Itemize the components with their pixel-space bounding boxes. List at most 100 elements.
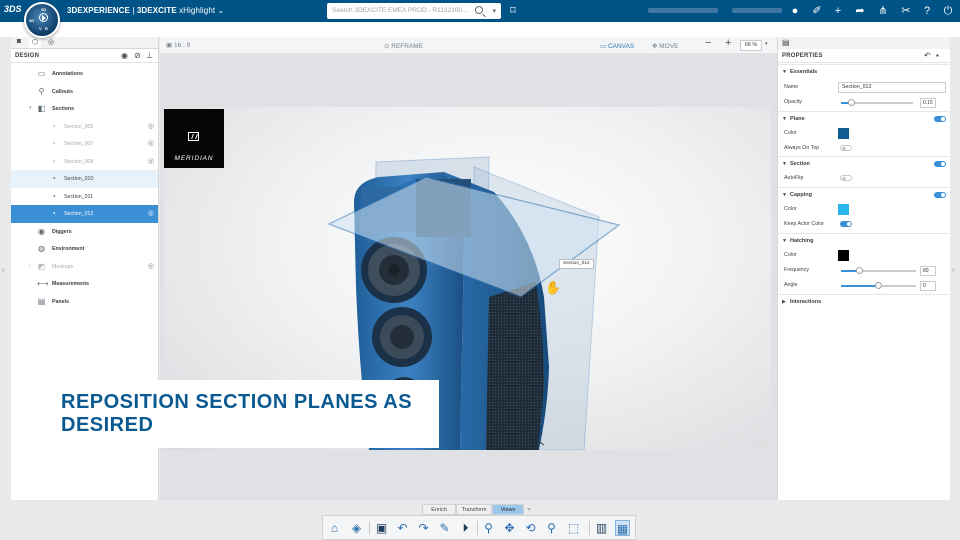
properties-tab-icon[interactable]: ▤ xyxy=(782,38,790,47)
tab-views[interactable]: Views xyxy=(492,504,524,515)
help-icon[interactable]: ? xyxy=(920,4,934,18)
eye-icon[interactable]: ◎ xyxy=(148,157,154,165)
power-icon[interactable]: ⏻ xyxy=(941,4,955,18)
eye-icon[interactable]: ◎ xyxy=(148,139,154,147)
tree-item[interactable]: ◔ Section_010 xyxy=(11,170,158,188)
add-icon[interactable]: + xyxy=(831,4,845,18)
play-icon[interactable] xyxy=(39,13,48,22)
section-section[interactable]: ▼ Section xyxy=(778,156,950,170)
aspect-ratio-button[interactable]: ▣ 16 : 9 xyxy=(166,41,190,49)
search-dropdown-icon[interactable]: ▾ xyxy=(492,7,496,15)
tree-item[interactable]: ⚲ Callouts xyxy=(11,83,158,101)
expand-icon[interactable]: ▾ xyxy=(29,105,32,111)
eye-icon[interactable]: ◎ xyxy=(148,122,154,130)
home-icon[interactable]: ⌂ xyxy=(327,520,342,536)
name-field[interactable]: Section_012 xyxy=(838,82,946,93)
angle-slider-knob[interactable] xyxy=(875,282,882,289)
capping-section[interactable]: ▼ Capping xyxy=(778,187,950,201)
zoom-in-button[interactable]: + xyxy=(725,37,731,49)
play-icon[interactable]: ⏵ xyxy=(458,520,473,536)
angle-slider[interactable] xyxy=(841,282,916,289)
tree-item[interactable]: ▾ ◧ Sections xyxy=(11,100,158,118)
angle-input[interactable]: 0 xyxy=(920,281,936,291)
fit-icon[interactable]: ⚲ xyxy=(544,520,559,536)
design-tab-icon[interactable]: ⬡ xyxy=(29,38,41,48)
rotate-icon[interactable]: ⟲ xyxy=(523,520,538,536)
layout-icon[interactable]: ▥ xyxy=(594,520,609,536)
zoom-input[interactable]: 68 % xyxy=(740,40,762,51)
scene-tab-icon[interactable]: ◎ xyxy=(45,38,57,48)
search-icon[interactable] xyxy=(475,6,483,14)
app-title[interactable]: 3DEXPERIENCE | 3DEXCITE xHighlight ⌄ xyxy=(67,6,224,15)
redo-icon[interactable]: ↷ xyxy=(416,520,431,536)
avatar[interactable]: ● xyxy=(788,4,802,18)
tree-item[interactable]: ▤ Panels xyxy=(11,293,158,311)
opacity-input[interactable]: 0.15 xyxy=(920,98,936,108)
camera-tab-icon[interactable]: ◙ xyxy=(13,38,25,48)
eye-icon[interactable]: ◎ xyxy=(148,209,154,217)
frequency-slider[interactable] xyxy=(841,267,916,274)
tools-icon[interactable]: ✂ xyxy=(899,4,913,18)
visibility-icon[interactable]: ◉ xyxy=(121,51,128,60)
edit-icon[interactable]: ✎ xyxy=(437,520,452,536)
section-toggle[interactable] xyxy=(934,161,946,167)
expand-icon[interactable]: › xyxy=(29,263,31,269)
capping-color-swatch[interactable] xyxy=(838,204,849,215)
tab-enrich[interactable]: Enrich xyxy=(422,504,456,515)
right-collapse-icon[interactable]: › xyxy=(952,265,955,274)
essentials-section[interactable]: ▼ Essentials xyxy=(778,64,950,78)
move-button[interactable]: ✥ MOVE xyxy=(652,42,678,50)
tree-item[interactable]: ◔ Section_008 ◎ xyxy=(11,153,158,171)
tree-item[interactable]: ◉ Diggers xyxy=(11,223,158,241)
reframe-button[interactable]: ⊙ REFRAME xyxy=(384,42,423,50)
tree-icon[interactable]: ⊥ xyxy=(146,51,153,60)
compass-widget[interactable]: 3D 3D V R xyxy=(24,2,60,38)
share-icon[interactable]: ➦ xyxy=(853,4,867,18)
view-cube-icon[interactable]: ⬚ xyxy=(566,520,581,536)
interactions-section[interactable]: ▶ Interactions xyxy=(778,294,950,308)
tree-item[interactable]: ◍ Environment xyxy=(11,240,158,258)
opacity-slider[interactable] xyxy=(841,99,913,106)
plane-color-swatch[interactable] xyxy=(838,128,849,139)
save-icon[interactable]: ▣ xyxy=(374,520,389,536)
zoom-icon[interactable]: ⚲ xyxy=(481,520,496,536)
undo-icon[interactable]: ↶ xyxy=(924,51,931,60)
hatching-color-swatch[interactable] xyxy=(838,250,849,261)
cube-view-icon[interactable]: ◈ xyxy=(349,520,364,536)
network-icon[interactable]: ⋔ xyxy=(876,4,890,18)
plane-section[interactable]: ▼ Plane xyxy=(778,111,950,125)
chevron-down-icon[interactable]: ⌄ xyxy=(526,504,532,512)
opacity-slider-knob[interactable] xyxy=(848,99,856,106)
undo-icon[interactable]: ↶ xyxy=(395,520,410,536)
tree-item[interactable]: ◔ Section_007 ◎ xyxy=(11,135,158,153)
eye-icon[interactable]: ◎ xyxy=(148,262,154,270)
zoom-dropdown-icon[interactable]: ▾ xyxy=(765,41,768,47)
hatching-section[interactable]: ▼ Hatching xyxy=(778,233,950,247)
bookmark-icon[interactable]: ✐ xyxy=(810,4,824,18)
tree-item[interactable]: ⟷ Measurements xyxy=(11,275,158,293)
left-collapse-icon[interactable]: ‹ xyxy=(2,265,5,274)
tree-item[interactable]: ◔ Section_011 xyxy=(11,188,158,206)
capping-toggle[interactable] xyxy=(934,192,946,198)
tree-item[interactable]: ▭ Annotations xyxy=(11,65,158,83)
frequency-slider-knob[interactable] xyxy=(856,267,864,274)
autoflip-toggle[interactable] xyxy=(840,175,852,181)
hide-icon[interactable]: ⊘ xyxy=(134,51,141,60)
search-input[interactable]: Search 3DEXCITE EMEA PROD - R1132100... … xyxy=(327,3,501,19)
tab-transform[interactable]: Transform xyxy=(456,504,492,515)
section-tool-icon[interactable]: ▦ xyxy=(615,520,630,536)
zoom-out-button[interactable]: − xyxy=(705,37,711,49)
tree-item[interactable]: › ◩ Mockups ◎ xyxy=(11,258,158,276)
always-on-top-toggle[interactable] xyxy=(840,145,852,151)
canvas-button[interactable]: ▭ CANVAS xyxy=(600,42,634,50)
3ds-logo[interactable]: 3DS xyxy=(4,4,22,18)
save-icon[interactable]: ▪ xyxy=(936,51,939,60)
keep-actor-color-toggle[interactable] xyxy=(840,221,852,227)
tree-item[interactable]: ◔ Section_005 ◎ xyxy=(11,118,158,136)
frequency-input[interactable]: 80 xyxy=(920,266,936,276)
plane-toggle[interactable] xyxy=(934,116,946,122)
separator xyxy=(369,521,370,535)
tree-item[interactable]: ◔ Section_012 ◎ xyxy=(11,205,158,223)
pan-icon[interactable]: ✥ xyxy=(502,520,517,536)
tag-icon[interactable]: ⌑ xyxy=(506,4,520,18)
